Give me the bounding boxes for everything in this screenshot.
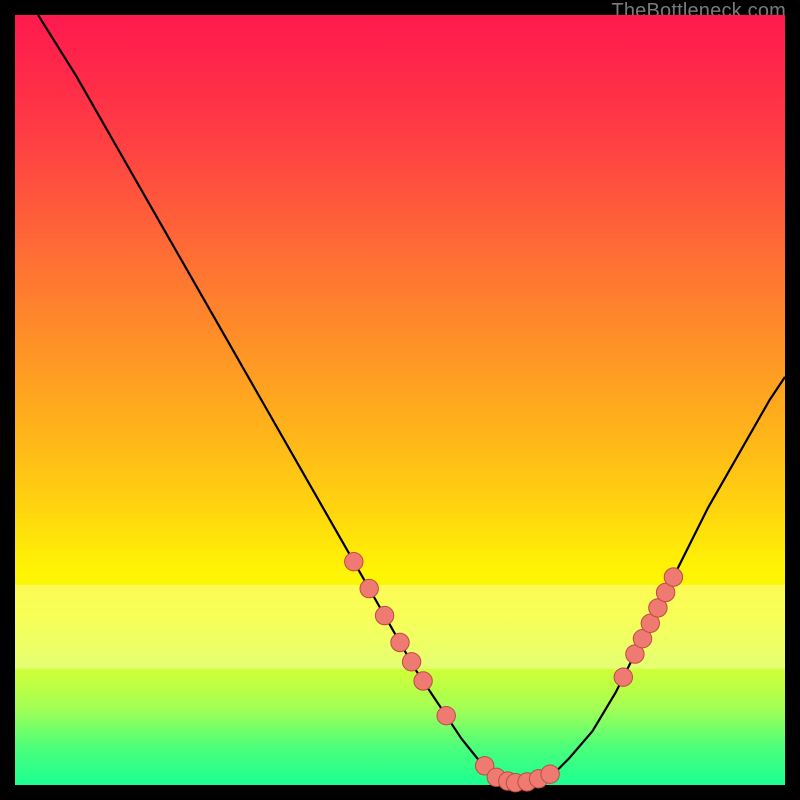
curve-marker [375, 606, 393, 624]
bottleneck-curve-svg [15, 15, 785, 785]
chart-container: TheBottleneck.com [0, 0, 800, 800]
curve-marker [664, 568, 682, 586]
curve-marker [402, 653, 420, 671]
curve-marker [345, 553, 363, 571]
curve-marker [541, 765, 559, 783]
curve-marker [414, 672, 432, 690]
curve-marker [614, 668, 632, 686]
curve-marker [437, 707, 455, 725]
curve-marker [391, 633, 409, 651]
curve-marker [360, 579, 378, 597]
plot-area [15, 15, 785, 785]
curve-markers [345, 553, 683, 792]
